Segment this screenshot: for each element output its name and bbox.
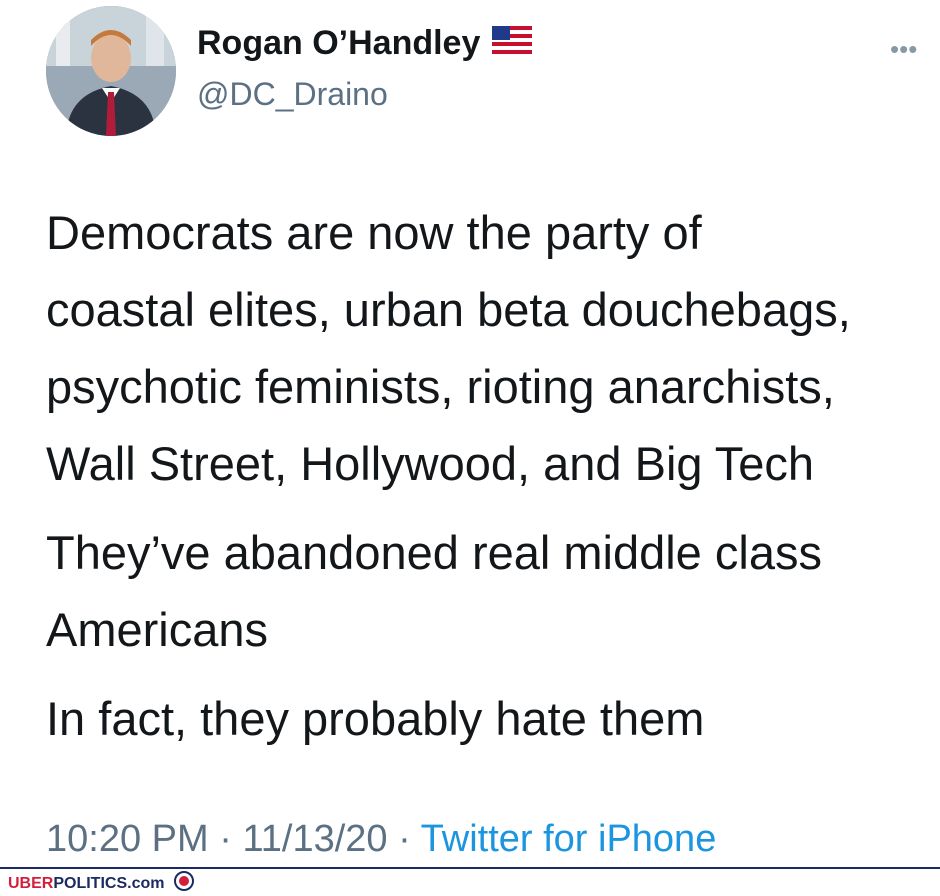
footer-divider (0, 867, 940, 869)
tweet-paragraph: In fact, they probably hate them (46, 692, 705, 745)
meta-separator: · (387, 818, 421, 860)
tweet-source-link[interactable]: Twitter for iPhone (421, 818, 717, 860)
watermark-brand-red: UBER (8, 874, 54, 892)
author-name-text: Rogan O’Handley (197, 24, 481, 62)
tweet-paragraph: Democrats are now the party of coastal e… (46, 206, 851, 490)
tweet-metadata: 10:20 PM · 11/13/20 · Twitter for iPhone (46, 818, 716, 861)
more-options-icon[interactable]: ••• (890, 34, 917, 65)
meta-separator: · (208, 818, 243, 860)
us-flag-icon (492, 24, 533, 63)
profile-photo (46, 6, 176, 136)
seal-logo-icon (174, 871, 195, 896)
tweet-text: Democrats are now the party of coastal e… (46, 194, 936, 757)
watermark: UBER POLITICS.com (8, 871, 195, 896)
avatar[interactable] (46, 6, 176, 136)
watermark-brand-blue: POLITICS.com (53, 874, 165, 892)
author-display-name[interactable]: Rogan O’Handley (197, 24, 533, 63)
author-handle[interactable]: @DC_Draino (197, 76, 388, 113)
tweet-paragraph: They’ve abandoned real middle class Amer… (46, 526, 822, 656)
tweet-time[interactable]: 10:20 PM (46, 818, 209, 860)
tweet-date[interactable]: 11/13/20 (242, 818, 387, 860)
